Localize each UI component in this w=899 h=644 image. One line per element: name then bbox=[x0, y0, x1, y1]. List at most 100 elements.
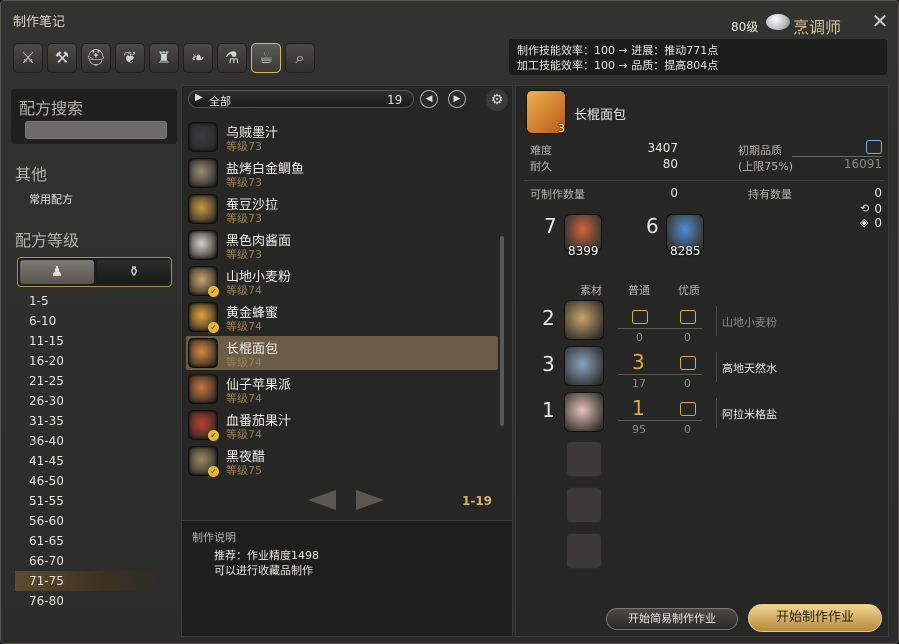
divider bbox=[716, 306, 717, 336]
recipe-item-icon bbox=[188, 194, 218, 224]
level-range-item[interactable]: 6-10 bbox=[15, 311, 165, 331]
material-name: 高地天然水 bbox=[722, 362, 777, 375]
level-range-item[interactable]: 61-65 bbox=[15, 531, 165, 551]
level-range-item[interactable]: 36-40 bbox=[15, 431, 165, 451]
job-name: 烹调师 bbox=[793, 18, 842, 37]
common-recipes-item[interactable]: 常用配方 bbox=[29, 191, 73, 207]
leather-icon[interactable]: ❧ bbox=[183, 43, 213, 73]
description-title: 制作说明 bbox=[192, 531, 236, 544]
initial-quality-input[interactable] bbox=[866, 140, 882, 154]
recipe-list-item[interactable]: 黑色肉酱面 等级73 bbox=[186, 228, 498, 262]
crystal-owned-count: 8399 bbox=[568, 244, 599, 258]
prev-page-icon[interactable]: ◀ bbox=[420, 90, 438, 108]
start-synthesis-button[interactable]: 开始制作作业 bbox=[748, 604, 882, 632]
crystal-owned-count: 8285 bbox=[670, 244, 701, 258]
recipe-list-item[interactable]: ✓ 黑夜醋 等级75 bbox=[186, 444, 498, 478]
recipe-level: 等级73 bbox=[226, 140, 262, 153]
level-range-item[interactable]: 26-30 bbox=[15, 391, 165, 411]
page-next-arrow-icon[interactable] bbox=[356, 490, 384, 510]
recipe-level-title: 配方等级 bbox=[15, 231, 80, 250]
recipe-search-title: 配方搜索 bbox=[19, 99, 84, 118]
recipe-list-item[interactable]: 长棍面包 等级74 bbox=[186, 336, 498, 370]
level-range-item[interactable]: 41-45 bbox=[15, 451, 165, 471]
level-range-item[interactable]: 46-50 bbox=[15, 471, 165, 491]
recipe-item-icon bbox=[188, 374, 218, 404]
level-range-item[interactable]: 51-55 bbox=[15, 491, 165, 511]
level-range-item[interactable]: 16-20 bbox=[15, 351, 165, 371]
material-icon[interactable] bbox=[564, 346, 604, 386]
hq-owned-value: 0 bbox=[874, 202, 882, 216]
description-line: 可以进行收藏品制作 bbox=[214, 564, 313, 577]
other-title: 其他 bbox=[15, 165, 48, 184]
material-icon[interactable] bbox=[564, 392, 604, 432]
nq-input[interactable]: 1 bbox=[632, 396, 645, 420]
yield-quantity: 3 bbox=[558, 122, 565, 135]
page-prev-arrow-icon[interactable] bbox=[308, 490, 336, 510]
recipe-search: 配方搜索 bbox=[11, 89, 177, 144]
helmet-icon[interactable]: ⛑ bbox=[81, 43, 111, 73]
hq-input[interactable] bbox=[680, 402, 696, 416]
recipe-list-panel: ▶ 全部 19 ◀ ▶ ⚙ 乌贼墨汁 等级73 盐烤白金鲷鱼 等级73 蚕豆沙拉 等级73… bbox=[181, 85, 513, 637]
recipe-level: 等级75 bbox=[226, 464, 262, 477]
hq-input[interactable] bbox=[680, 310, 696, 324]
material-required-count: 2 bbox=[542, 306, 555, 330]
recipe-level: 等级73 bbox=[226, 176, 262, 189]
window-title: 制作笔记 bbox=[13, 15, 66, 30]
recipe-list-item[interactable]: ✓ 黄金蜂蜜 等级74 bbox=[186, 300, 498, 334]
anvil-icon[interactable]: ⚒ bbox=[47, 43, 77, 73]
recipe-list-item[interactable]: ✓ 血番茄果汁 等级74 bbox=[186, 408, 498, 442]
search-input[interactable] bbox=[25, 121, 167, 139]
divider bbox=[716, 352, 717, 382]
level-range-item[interactable]: 1-5 bbox=[15, 291, 165, 311]
nq-owned: 0 bbox=[636, 331, 643, 344]
level-range-item[interactable]: 71-75 bbox=[15, 571, 165, 591]
durability-label: 耐久 bbox=[530, 160, 552, 173]
cooking-icon[interactable]: ☕ bbox=[251, 43, 281, 73]
initial-quality-label: 初期品质 bbox=[738, 144, 782, 157]
level-range-item[interactable]: 21-25 bbox=[15, 371, 165, 391]
close-icon[interactable]: ✕ bbox=[869, 11, 891, 33]
recipe-level: 等级73 bbox=[226, 248, 262, 261]
nq-input[interactable] bbox=[632, 310, 648, 324]
necklace-icon[interactable]: ❦ bbox=[115, 43, 145, 73]
knife-icon[interactable]: ⚔ bbox=[13, 43, 43, 73]
gear-icon[interactable]: ⚙ bbox=[486, 89, 508, 111]
recipe-filter-dropdown[interactable]: ▶ 全部 19 bbox=[188, 90, 414, 108]
master-recipe-button[interactable]: ⚱ bbox=[97, 260, 171, 284]
material-icon[interactable] bbox=[564, 300, 604, 340]
recipe-list-item[interactable]: 乌贼墨汁 等级73 bbox=[186, 120, 498, 154]
recipe-name: 长棍面包 bbox=[574, 108, 627, 123]
progress-efficiency: 制作技能效率：100 → 进展：推动771点 bbox=[517, 44, 719, 57]
title-bar[interactable]: 制作笔记 80级 烹调师 ✕ bbox=[1, 1, 898, 39]
recipe-list-item[interactable]: ✓ 山地小麦粉 等级74 bbox=[186, 264, 498, 298]
recipe-list-item[interactable]: 仙子苹果派 等级74 bbox=[186, 372, 498, 406]
recipe-item-icon bbox=[188, 122, 218, 152]
loom-icon[interactable]: ♜ bbox=[149, 43, 179, 73]
level-range-item[interactable]: 56-60 bbox=[15, 511, 165, 531]
crafting-log-window: 制作笔记 80级 烹调师 ✕ ⚔ ⚒ ⛑ ❦ ♜ ❧ ⚗ ☕ ⌕ 制作技能效率：100 → 进展… bbox=[0, 0, 899, 644]
next-page-icon[interactable]: ▶ bbox=[448, 90, 466, 108]
flask-icon[interactable]: ⚗ bbox=[217, 43, 247, 73]
recipe-level: 等级74 bbox=[226, 356, 262, 369]
level-range-item[interactable]: 66-70 bbox=[15, 551, 165, 571]
divider bbox=[716, 398, 717, 428]
level-range-item[interactable]: 11-15 bbox=[15, 331, 165, 351]
quick-synthesis-button[interactable]: 开始简易制作作业 bbox=[606, 608, 738, 630]
hq-input[interactable] bbox=[680, 356, 696, 370]
material-name: 山地小麦粉 bbox=[722, 316, 777, 329]
recipe-item-icon bbox=[188, 158, 218, 188]
level-range-item[interactable]: 31-35 bbox=[15, 411, 165, 431]
recipe-list-item[interactable]: 蚕豆沙拉 等级73 bbox=[186, 192, 498, 226]
level-sort-button[interactable]: ♟ bbox=[20, 260, 94, 284]
crystal-required-count: 6 bbox=[646, 214, 659, 238]
empty-material-slot bbox=[566, 441, 602, 477]
check-icon: ✓ bbox=[208, 322, 219, 333]
scrollbar[interactable] bbox=[500, 236, 504, 426]
level-range-item[interactable]: 76-80 bbox=[15, 591, 165, 611]
description-line: 推荐：作业精度1498 bbox=[214, 549, 319, 562]
nq-input[interactable]: 3 bbox=[632, 350, 645, 374]
nq-owned: 95 bbox=[632, 423, 646, 436]
culinarian-icon bbox=[766, 14, 790, 30]
search-icon[interactable]: ⌕ bbox=[285, 43, 315, 73]
recipe-list-item[interactable]: 盐烤白金鲷鱼 等级73 bbox=[186, 156, 498, 190]
